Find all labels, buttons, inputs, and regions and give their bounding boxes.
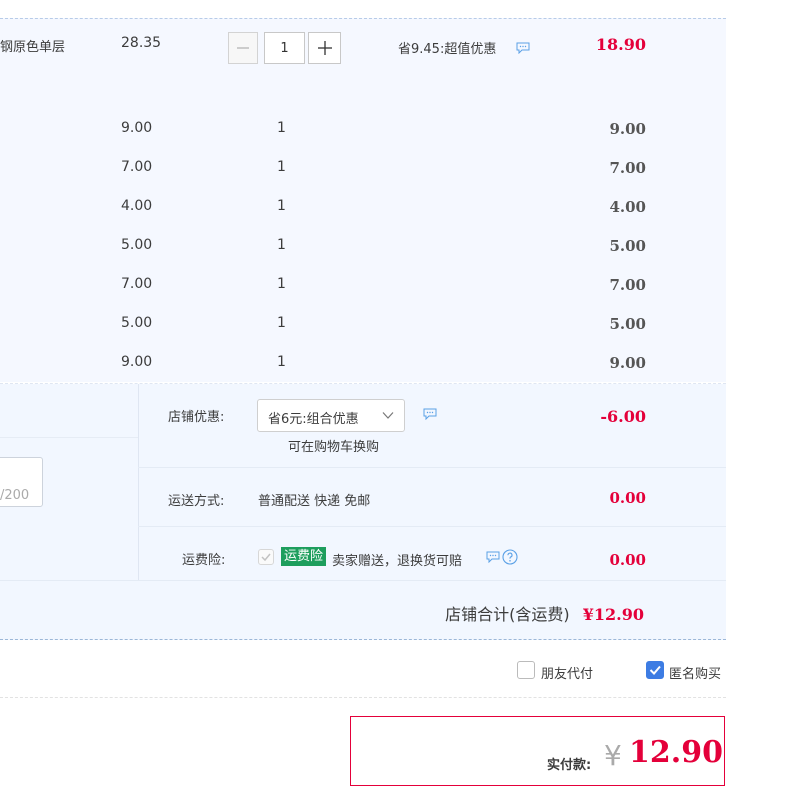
- anonymous-checkbox[interactable]: [646, 661, 664, 679]
- sub-item-price: 9.00: [121, 120, 153, 136]
- shop-discount-hint: 可在购物车换购: [288, 440, 380, 455]
- insurance-label: 运费险:: [182, 553, 226, 568]
- sub-item-price: 5.00: [121, 315, 153, 331]
- shop-discount-selected: 省6元:组合优惠: [268, 412, 359, 427]
- memo-char-counter: /200: [0, 488, 30, 503]
- sub-item-quantity: 1: [277, 276, 286, 292]
- divider: [138, 526, 726, 527]
- increase-quantity-button[interactable]: [308, 32, 341, 64]
- sub-item-quantity: 1: [277, 315, 286, 331]
- sub-item-subtotal: 5.00: [609, 237, 646, 255]
- insurance-value: 0.00: [609, 551, 646, 569]
- check-icon: [261, 553, 271, 562]
- sub-item-price: 7.00: [121, 276, 153, 292]
- sub-item-subtotal: 4.00: [609, 198, 646, 216]
- sub-item-quantity: 1: [277, 354, 286, 370]
- sub-item-quantity: 1: [277, 159, 286, 175]
- shop-discount-label: 店铺优惠:: [168, 410, 225, 425]
- shop-discount-value: -6.00: [600, 407, 646, 426]
- divider: [138, 467, 726, 468]
- sub-item-subtotal: 7.00: [609, 159, 646, 177]
- item-subtotal: 18.90: [595, 35, 646, 54]
- sub-item-price: 5.00: [121, 237, 153, 253]
- help-icon[interactable]: [502, 549, 518, 565]
- shipping-label: 运送方式:: [168, 494, 225, 509]
- shop-discount-select[interactable]: 省6元:组合优惠: [257, 399, 405, 432]
- divider: [0, 580, 726, 581]
- payment-currency: ¥: [604, 739, 622, 772]
- payment-amount: 12.90: [629, 735, 723, 770]
- chat-icon[interactable]: [423, 408, 437, 420]
- shop-total-value: ¥12.90: [582, 605, 644, 624]
- sub-item-quantity: 1: [277, 198, 286, 214]
- item-name: 钢原色单层: [0, 40, 66, 55]
- insurance-tag: 运费险: [281, 547, 327, 566]
- chevron-down-icon: [382, 412, 394, 419]
- sub-item-subtotal: 9.00: [609, 354, 646, 372]
- shop-total: 店铺合计(含运费) ¥12.90: [445, 601, 644, 625]
- anonymous-label: 匿名购买: [669, 667, 722, 682]
- quantity-input[interactable]: [264, 32, 305, 64]
- friend-pay-checkbox[interactable]: [517, 661, 535, 679]
- payment-label: 实付款:: [547, 758, 592, 773]
- friend-pay-label: 朋友代付: [541, 667, 594, 682]
- sub-item-price: 4.00: [121, 198, 153, 214]
- divider: [0, 697, 726, 698]
- plus-icon: [317, 41, 332, 55]
- insurance-text: 卖家赠送，退换货可赔: [332, 554, 463, 569]
- item-unit-price: 28.35: [121, 35, 162, 51]
- shipping-value: 0.00: [609, 489, 646, 507]
- insurance-checkbox: [258, 549, 274, 565]
- sub-item-subtotal: 5.00: [609, 315, 646, 333]
- sub-item-price: 9.00: [121, 354, 153, 370]
- sub-item-quantity: 1: [277, 237, 286, 253]
- minus-icon: [237, 47, 249, 49]
- sub-item-quantity: 1: [277, 120, 286, 136]
- chat-icon[interactable]: [516, 42, 530, 54]
- order-confirm-panel: 钢原色单层 28.35 省9.45:超值优惠 18.90 9.00 1 9.00…: [0, 0, 726, 786]
- sub-item-subtotal: 9.00: [609, 120, 646, 138]
- divider: [0, 437, 138, 438]
- item-promotion: 省9.45:超值优惠: [398, 42, 497, 57]
- check-icon: [649, 665, 661, 675]
- sub-item-price: 7.00: [121, 159, 153, 175]
- chat-icon[interactable]: [486, 551, 500, 563]
- shop-total-label: 店铺合计(含运费): [445, 605, 570, 624]
- item-list-top-border: [0, 18, 726, 19]
- shipping-method: 普通配送 快递 免邮: [258, 494, 371, 509]
- payment-summary-box: 实付款: ¥ 12.90: [350, 716, 725, 786]
- sub-item-subtotal: 7.00: [609, 276, 646, 294]
- decrease-quantity-button[interactable]: [228, 32, 258, 64]
- divider: [0, 639, 726, 640]
